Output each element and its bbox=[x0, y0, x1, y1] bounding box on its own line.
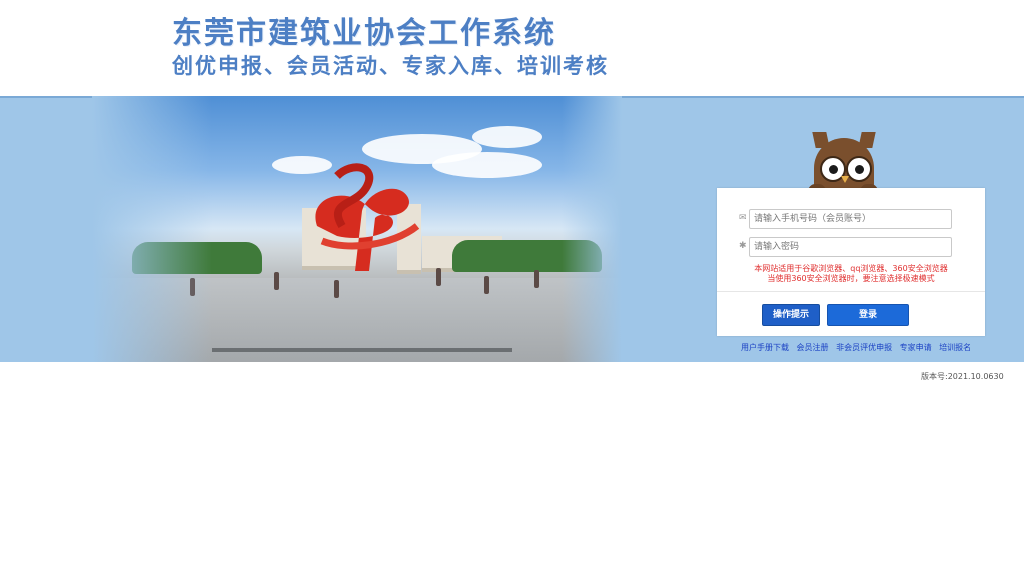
person bbox=[334, 280, 339, 298]
phone-field-row: ✉ bbox=[739, 209, 975, 229]
page-subtitle: 创优申报、会员活动、专家入库、培训考核 bbox=[172, 54, 609, 78]
banner-photo bbox=[92, 96, 622, 362]
page-title: 东莞市建筑业协会工作系统 bbox=[172, 16, 556, 51]
owl-icon bbox=[808, 132, 878, 194]
password-input[interactable] bbox=[749, 237, 952, 257]
asterisk-icon: ✱ bbox=[739, 241, 747, 251]
phone-input[interactable] bbox=[749, 209, 952, 229]
login-button[interactable]: 登录 bbox=[827, 304, 909, 326]
person bbox=[534, 270, 539, 288]
password-field-row: ✱ bbox=[739, 237, 975, 257]
owl-eye bbox=[846, 156, 872, 182]
photo-fade bbox=[92, 96, 212, 362]
envelope-icon: ✉ bbox=[739, 213, 747, 223]
notice-line: 当使用360安全浏览器时，要注意选择极速模式 bbox=[767, 274, 935, 283]
plaza-drain bbox=[212, 348, 512, 352]
browser-notice: 本网站适用于谷歌浏览器、qq浏览器、360安全浏览器 当使用360安全浏览器时，… bbox=[717, 264, 985, 284]
login-panel: ✉ ✱ 本网站适用于谷歌浏览器、qq浏览器、360安全浏览器 当使用360安全浏… bbox=[717, 188, 985, 336]
link-nonmember-apply[interactable]: 非会员评优申报 bbox=[836, 343, 892, 352]
photo-fade bbox=[562, 96, 622, 362]
red-sculpture bbox=[315, 163, 420, 271]
notice-line: 本网站适用于谷歌浏览器、qq浏览器、360安全浏览器 bbox=[754, 264, 948, 273]
person bbox=[274, 272, 279, 290]
divider bbox=[717, 291, 985, 292]
version-label: 版本号:2021.10.0630 bbox=[921, 372, 1004, 381]
cloud bbox=[432, 152, 542, 178]
cloud bbox=[472, 126, 542, 148]
tips-button[interactable]: 操作提示 bbox=[762, 304, 820, 326]
header: 东莞市建筑业协会工作系统 创优申报、会员活动、专家入库、培训考核 bbox=[0, 0, 1024, 96]
person bbox=[436, 268, 441, 286]
footer-links: 用户手册下载 会员注册 非会员评优申报 专家申请 培训报名 bbox=[741, 342, 976, 353]
owl-beak bbox=[841, 176, 849, 183]
link-member-register[interactable]: 会员注册 bbox=[797, 343, 829, 352]
link-expert-apply[interactable]: 专家申请 bbox=[900, 343, 932, 352]
person bbox=[484, 276, 489, 294]
link-manual-download[interactable]: 用户手册下载 bbox=[741, 343, 789, 352]
link-training-signup[interactable]: 培训报名 bbox=[939, 343, 971, 352]
